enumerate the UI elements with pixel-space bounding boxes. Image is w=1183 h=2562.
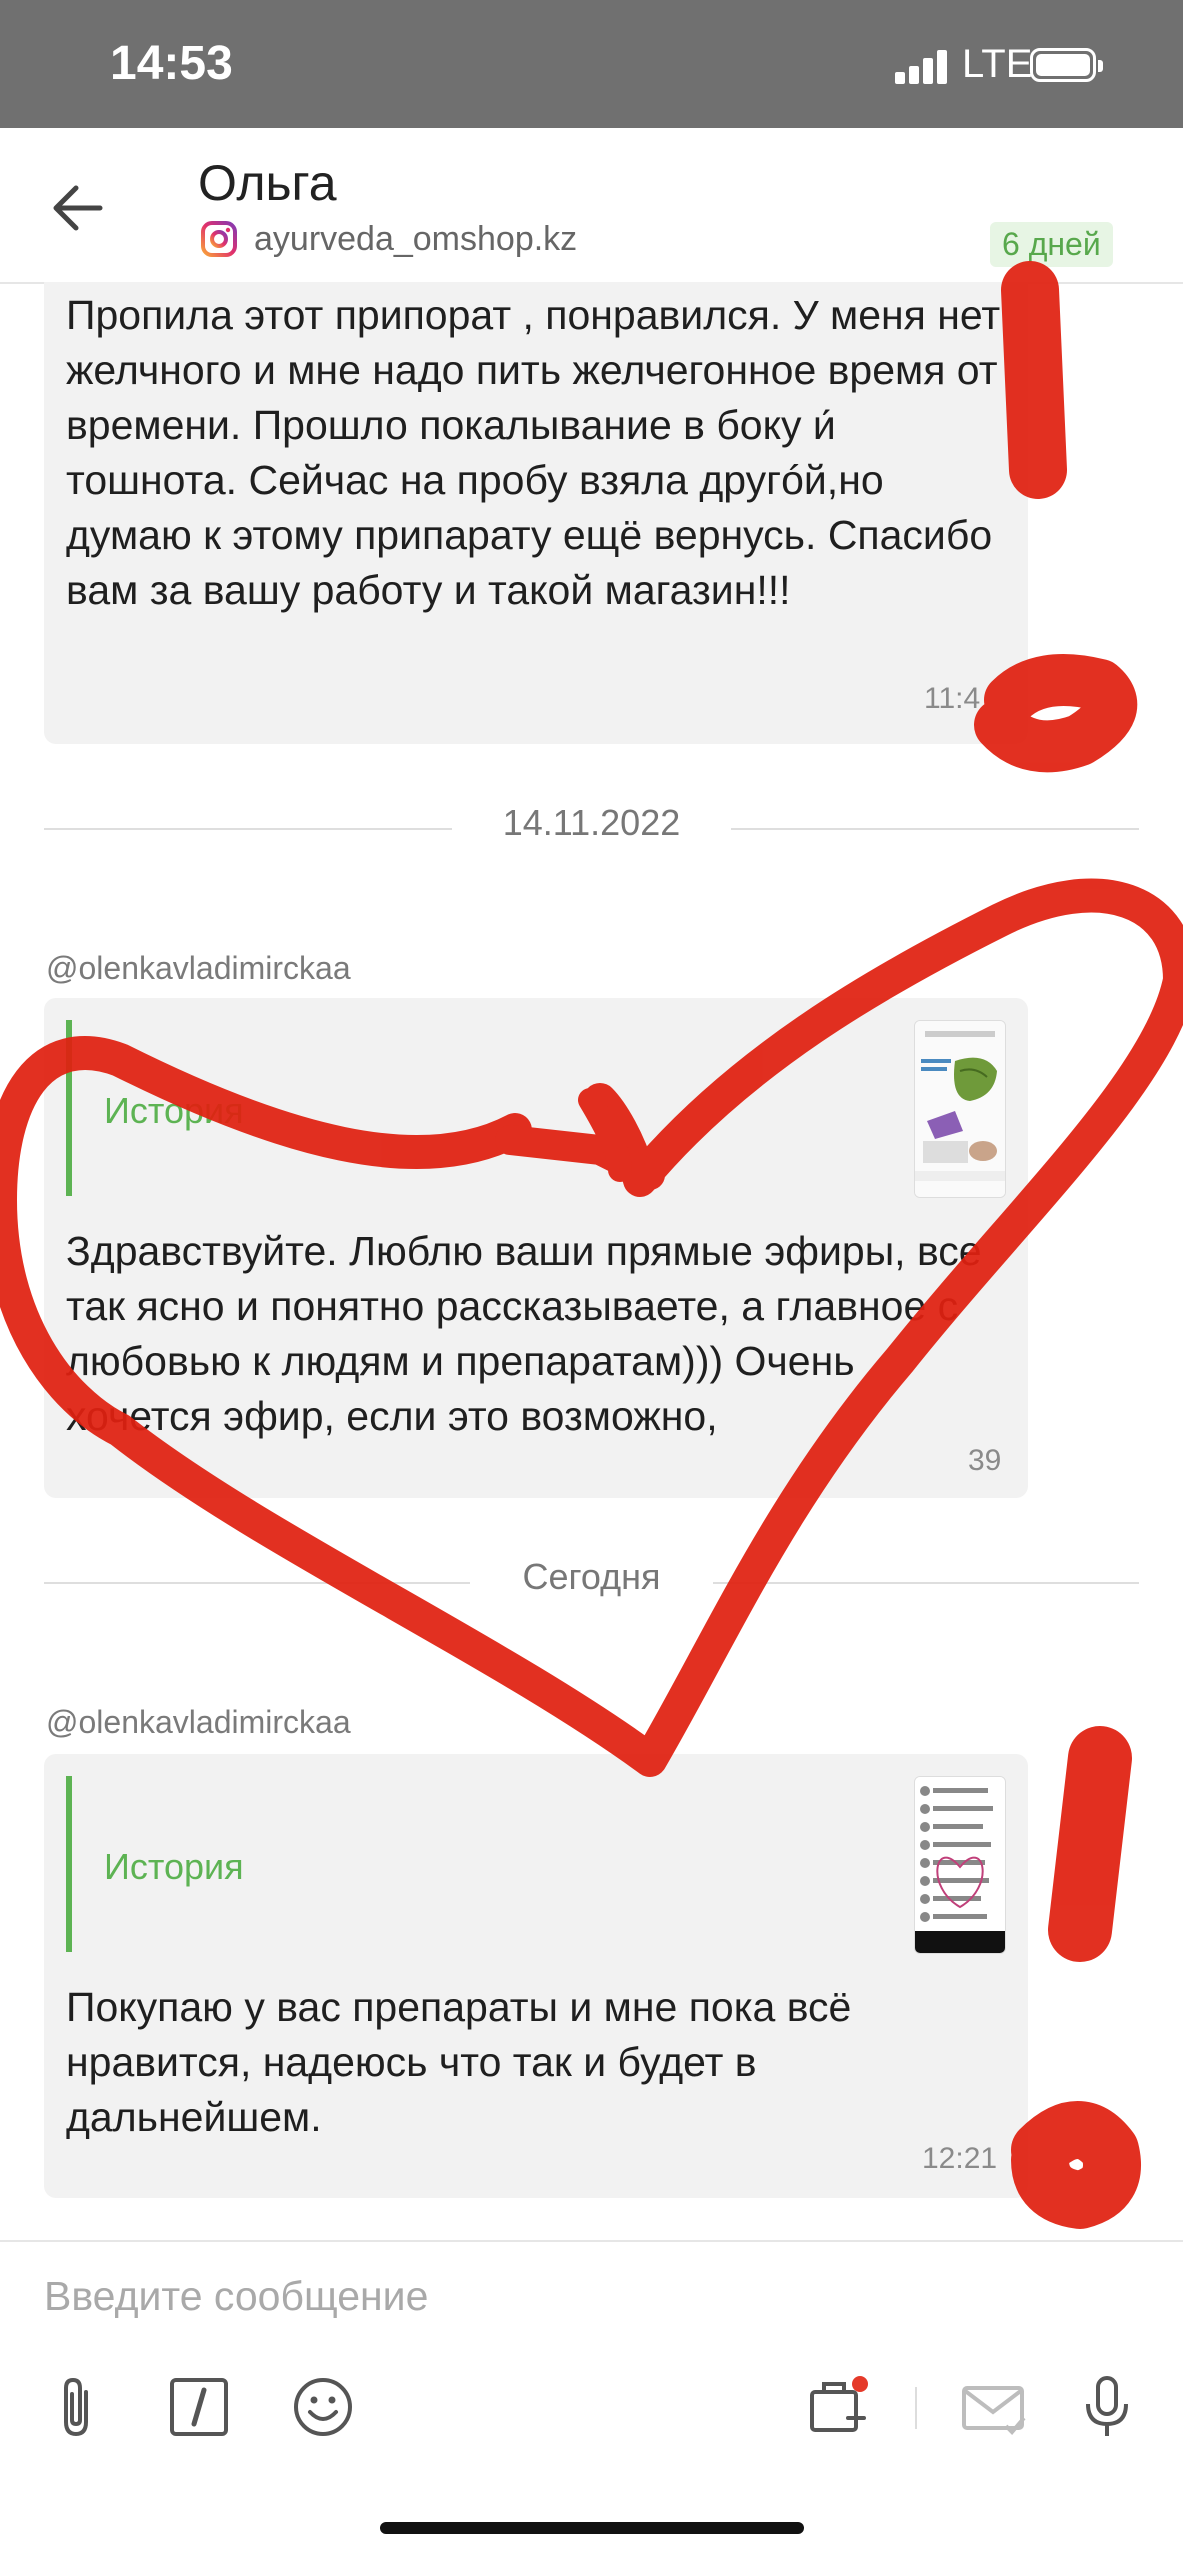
message-list[interactable]: Пропила этот припорат , понравился. У ме…: [0, 282, 1183, 2240]
sender-handle[interactable]: @olenkavladimirckaa: [46, 1704, 351, 1741]
mail-icon[interactable]: [958, 2372, 1028, 2442]
age-badge: 6 дней: [990, 222, 1113, 267]
microphone-icon[interactable]: [1072, 2372, 1142, 2442]
instagram-icon: [201, 221, 237, 257]
story-thumbnail[interactable]: [914, 1020, 1006, 1198]
date-separator-label: Сегодня: [522, 1556, 661, 1597]
network-type: LTE: [962, 42, 1033, 86]
message-text: Здравствуйте. Люблю ваши прямые эфиры, в…: [66, 1228, 982, 1439]
message-time: 11:4: [924, 682, 981, 715]
signal-icon: [895, 48, 955, 84]
message-input[interactable]: Введите сообщение: [44, 2266, 1134, 2326]
message-time: 12:21: [922, 2142, 998, 2175]
story-label: История: [104, 1090, 244, 1131]
message-text: Пропила этот припорат , понравился. У ме…: [66, 292, 1001, 613]
date-separator-label: 14.11.2022: [502, 802, 681, 843]
status-time: 14:53: [110, 37, 233, 90]
story-thumbnail[interactable]: [914, 1776, 1006, 1954]
contact-name[interactable]: Ольга: [198, 154, 337, 212]
message-time: 39: [968, 1444, 1002, 1477]
product-card-icon[interactable]: [802, 2372, 872, 2442]
date-separator: Сегодня: [44, 1556, 1139, 1606]
story-reply[interactable]: История: [66, 1020, 1006, 1198]
message-bubble[interactable]: История Здравствуйте. Люблю ваши прямые …: [44, 998, 1028, 1498]
date-separator: 14.11.2022: [44, 802, 1139, 852]
battery-icon: [1030, 48, 1103, 82]
message-bubble[interactable]: Пропила этот припорат , понравился. У ме…: [44, 282, 1028, 744]
chat-header: Ольга ayurveda_omshop.kz 6 дней: [0, 128, 1183, 284]
slash-command-icon[interactable]: [164, 2372, 234, 2442]
sender-handle[interactable]: @olenkavladimirckaa: [46, 950, 351, 987]
message-text: Покупаю у вас препараты и мне пока всё н…: [66, 1984, 852, 2140]
story-reply[interactable]: История: [66, 1776, 1006, 1954]
back-arrow-icon[interactable]: [48, 178, 108, 238]
status-bar: 14:53 LTE: [0, 0, 1183, 128]
message-bubble[interactable]: История Покупаю у вас препараты и мне по…: [44, 1754, 1028, 2198]
paperclip-icon[interactable]: [42, 2372, 112, 2442]
story-label: История: [104, 1846, 244, 1887]
home-indicator: [380, 2522, 804, 2534]
channel-handle: ayurveda_omshop.kz: [254, 220, 578, 258]
emoji-icon[interactable]: [288, 2372, 358, 2442]
message-composer: Введите сообщение: [0, 2240, 1183, 2562]
